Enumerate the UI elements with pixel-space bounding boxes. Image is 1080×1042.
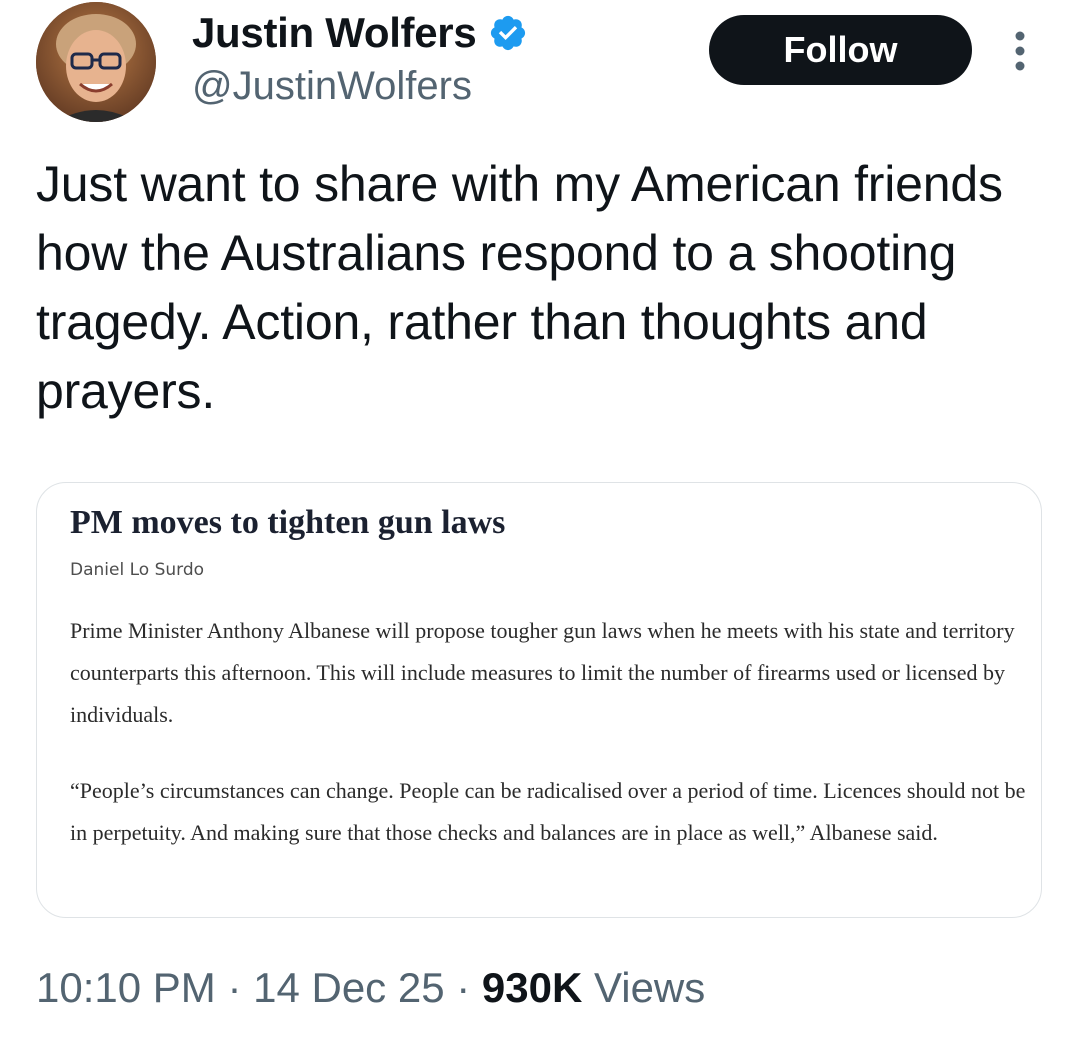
article-paragraph: Prime Minister Anthony Albanese will pro… [70,618,1015,727]
follow-button[interactable]: Follow [709,15,972,85]
more-options-icon[interactable] [1008,30,1032,72]
article-image-card[interactable]: PM moves to tighten gun laws Daniel Lo S… [36,482,1042,918]
tweet-meta: 10:10 PM · 14 Dec 25 · 930K Views [36,960,705,1016]
meta-separator: · [444,964,482,1011]
tweet-date[interactable]: 14 Dec 25 [253,964,444,1011]
views-count: 930K [481,964,583,1011]
author-name-row: Justin Wolfers [192,8,528,58]
article-byline: Daniel Lo Surdo [70,560,205,580]
display-name[interactable]: Justin Wolfers [192,8,477,58]
tweet-time[interactable]: 10:10 PM [36,964,216,1011]
article-paragraph: “People’s circumstances can change. Peop… [70,778,1026,845]
tweet-text: Just want to share with my American frie… [36,156,1003,419]
views-label: Views [593,964,706,1011]
author-handle[interactable]: @JustinWolfers [192,62,472,110]
article-headline: PM moves to tighten gun laws [70,504,506,541]
meta-separator: · [215,964,254,1011]
verified-badge-icon[interactable] [488,13,528,53]
avatar-image [36,2,156,122]
avatar[interactable] [36,2,156,122]
